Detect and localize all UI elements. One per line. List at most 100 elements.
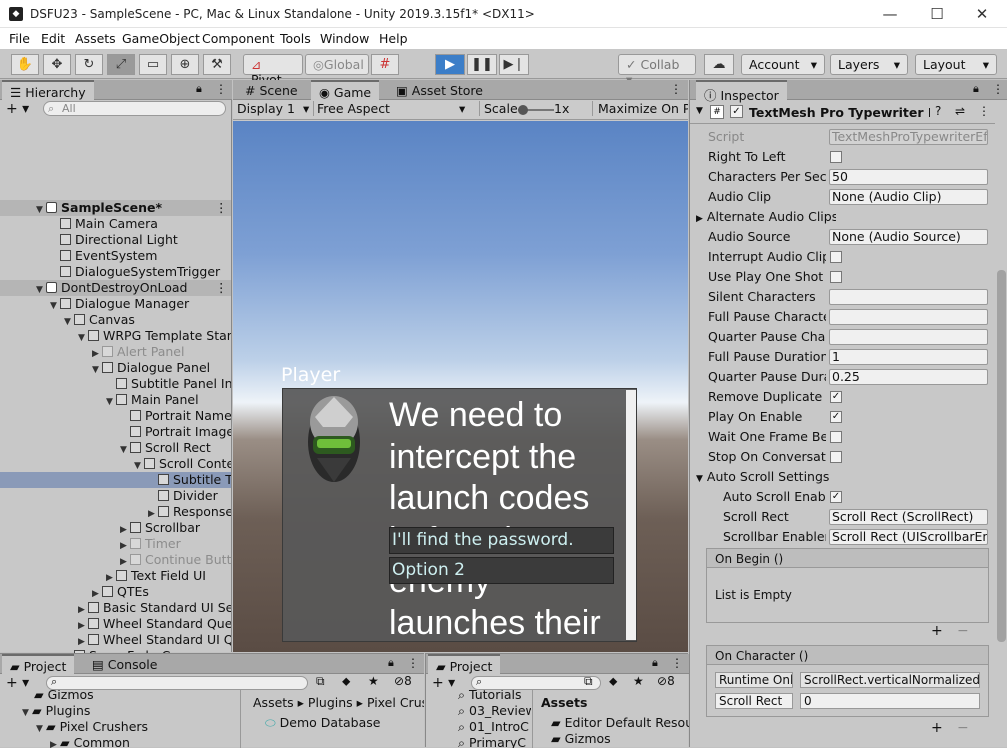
filter-label-icon[interactable]: ⬥ xyxy=(609,674,617,689)
tree-item[interactable]: ▶ ▰ Common xyxy=(50,735,130,748)
create-button[interactable]: + ▾ xyxy=(6,675,29,691)
hierarchy-row[interactable]: ▶ Wheel Standard Quest xyxy=(0,616,231,632)
hierarchy-row[interactable]: Main Camera xyxy=(0,216,231,232)
hierarchy-row[interactable]: ▼ WRPG Template Standard xyxy=(0,328,231,344)
project-search-input[interactable]: ⌕ xyxy=(46,675,308,690)
hierarchy-row[interactable]: ▶ Alert Panel xyxy=(0,344,231,360)
collab-dropdown[interactable]: ✓ Collab ▾ xyxy=(618,54,696,87)
hierarchy-row[interactable]: Subtitle Text xyxy=(0,472,231,488)
hierarchy-search-input[interactable]: ⌕ All xyxy=(43,101,226,116)
transform-tool-icon[interactable]: ⊕ xyxy=(171,54,199,75)
scale-slider[interactable] xyxy=(518,105,554,115)
inspector-checkbox[interactable] xyxy=(830,251,842,263)
close-button[interactable]: ✕ xyxy=(962,4,1002,24)
foldout-arrow-icon[interactable]: ▶ xyxy=(92,346,102,360)
value-field[interactable]: 0 xyxy=(800,693,980,709)
foldout-arrow-icon[interactable]: ▼ xyxy=(120,442,130,456)
inspector-field-value[interactable]: Scroll Rect (ScrollRect) xyxy=(829,509,988,525)
breadcrumb-item[interactable]: Assets xyxy=(253,695,294,710)
hierarchy-row[interactable]: Directional Light xyxy=(0,232,231,248)
cloud-icon[interactable]: ☁ xyxy=(704,54,734,75)
foldout-arrow-icon[interactable]: ▼ xyxy=(36,202,46,216)
more-icon[interactable]: ⋮ xyxy=(215,82,227,96)
tab-project[interactable]: ▰ Project xyxy=(2,654,75,674)
inspector-checkbox[interactable] xyxy=(830,431,842,443)
target-object-field[interactable]: Scroll Rect xyxy=(715,693,793,709)
rotate-tool-icon[interactable]: ↻ xyxy=(75,54,103,75)
scale-tool-icon[interactable]: ⤢ xyxy=(107,54,135,75)
preset-icon[interactable]: ⇌ xyxy=(955,104,965,118)
hand-tool-icon[interactable]: ✋ xyxy=(11,54,39,75)
menu-file[interactable]: File xyxy=(9,31,30,46)
foldout-arrow-icon[interactable]: ▶ xyxy=(78,618,88,632)
create-button[interactable]: + ▾ xyxy=(432,675,455,691)
inspector-field-value[interactable]: TextMeshProTypewriterEffect xyxy=(829,129,988,145)
foldout-arrow-icon[interactable]: ▼ xyxy=(50,298,60,312)
inspector-field-label[interactable]: ▼ Auto Scroll Settings xyxy=(696,468,836,486)
menu-help[interactable]: Help xyxy=(379,31,408,46)
favorite-icon[interactable]: ★ xyxy=(633,674,644,688)
game-view[interactable]: Player We need to intercept the launch c… xyxy=(233,121,688,652)
foldout-arrow-icon[interactable]: ▶ xyxy=(78,634,88,648)
hierarchy-row[interactable]: ▶ Scrollbar xyxy=(0,520,231,536)
breadcrumb-item[interactable]: Plugins xyxy=(308,695,353,710)
foldout-arrow-icon[interactable]: ▼ xyxy=(106,394,116,408)
foldout-arrow-icon[interactable]: ▶ xyxy=(696,214,703,224)
aspect-dropdown[interactable]: Free Aspect ▾ xyxy=(313,101,473,116)
lock-icon[interactable]: 🔒︎ xyxy=(652,656,658,670)
filter-type-icon[interactable]: ⧉ xyxy=(584,674,593,689)
inspector-field-value[interactable] xyxy=(829,289,988,305)
inspector-checkbox[interactable]: ✓ xyxy=(830,391,842,403)
filter-type-icon[interactable]: ⧉ xyxy=(316,674,325,689)
menu-assets[interactable]: Assets xyxy=(75,31,116,46)
step-button[interactable]: ▶❘ xyxy=(499,54,529,75)
hierarchy-row[interactable]: ▼ Dialogue Manager xyxy=(0,296,231,312)
hierarchy-row[interactable]: ▼ Main Panel xyxy=(0,392,231,408)
hierarchy-row[interactable]: ▶ Timer xyxy=(0,536,231,552)
list-item[interactable]: ⌕ Tutorials xyxy=(458,690,521,703)
scrollbar[interactable] xyxy=(626,390,636,640)
foldout-arrow-icon[interactable]: ▶ xyxy=(106,570,116,584)
filter-label-icon[interactable]: ⬥ xyxy=(342,674,350,689)
inspector-field-value[interactable]: None (Audio Source) xyxy=(829,229,988,245)
menu-edit[interactable]: Edit xyxy=(41,31,65,46)
menu-gameobject[interactable]: GameObject xyxy=(122,31,200,46)
favorite-icon[interactable]: ★ xyxy=(368,674,379,688)
response-button[interactable]: Option 2 xyxy=(389,557,614,584)
move-tool-icon[interactable]: ✥ xyxy=(43,54,71,75)
inspector-field-value[interactable] xyxy=(829,329,988,345)
breadcrumb-item[interactable]: Pixel Crushers xyxy=(367,695,424,710)
tree-item[interactable]: ▼ ▰ Plugins xyxy=(22,703,90,719)
foldout-arrow-icon[interactable]: ▶ xyxy=(120,554,130,568)
inspector-checkbox[interactable] xyxy=(830,451,842,463)
hierarchy-row[interactable]: EventSystem xyxy=(0,248,231,264)
hierarchy-row[interactable]: ▼ Dialogue Panel xyxy=(0,360,231,376)
inspector-field-value[interactable]: 50 xyxy=(829,169,988,185)
tab-hierarchy[interactable]: ☰ Hierarchy xyxy=(2,80,94,100)
tree-item[interactable]: ▰ Gizmos xyxy=(34,690,94,703)
inspector-checkbox[interactable] xyxy=(830,151,842,163)
hierarchy-row[interactable]: ▶ Response xyxy=(0,504,231,520)
list-item[interactable]: ⌕ 03_Review xyxy=(458,703,531,719)
list-item[interactable]: ⌕ PrimaryC xyxy=(458,735,526,748)
remove-listener-button[interactable]: − xyxy=(957,623,969,639)
hierarchy-row[interactable]: ▼ Canvas xyxy=(0,312,231,328)
foldout-arrow-icon[interactable]: ▶ xyxy=(92,586,102,600)
inspector-field-value[interactable] xyxy=(829,309,988,325)
response-button[interactable]: I'll find the password. xyxy=(389,527,614,554)
hierarchy-row[interactable]: Subtitle Panel Info xyxy=(0,376,231,392)
hierarchy-row[interactable]: Portrait Name xyxy=(0,408,231,424)
list-item[interactable]: ▰ Gizmos xyxy=(551,731,611,747)
more-icon[interactable]: ⋮ xyxy=(670,82,682,96)
enabled-checkbox[interactable]: ✓ xyxy=(730,105,743,118)
inspector-field-value[interactable]: Scroll Rect (UIScrollbarEnabler) xyxy=(829,529,988,545)
pause-button[interactable]: ❚❚ xyxy=(467,54,497,75)
hierarchy-row[interactable]: ▶ Text Field UI xyxy=(0,568,231,584)
display-dropdown[interactable]: Display 1 ▾ xyxy=(237,101,311,116)
hidden-count[interactable]: ⊘8 xyxy=(657,674,675,688)
hierarchy-row[interactable]: Divider xyxy=(0,488,231,504)
more-icon[interactable]: ⋮ xyxy=(992,82,1004,96)
tab-console[interactable]: ▤ Console xyxy=(84,654,165,674)
layers-dropdown[interactable]: Layers ▾ xyxy=(830,54,908,75)
hierarchy-row[interactable]: ▼ Scroll Rect xyxy=(0,440,231,456)
